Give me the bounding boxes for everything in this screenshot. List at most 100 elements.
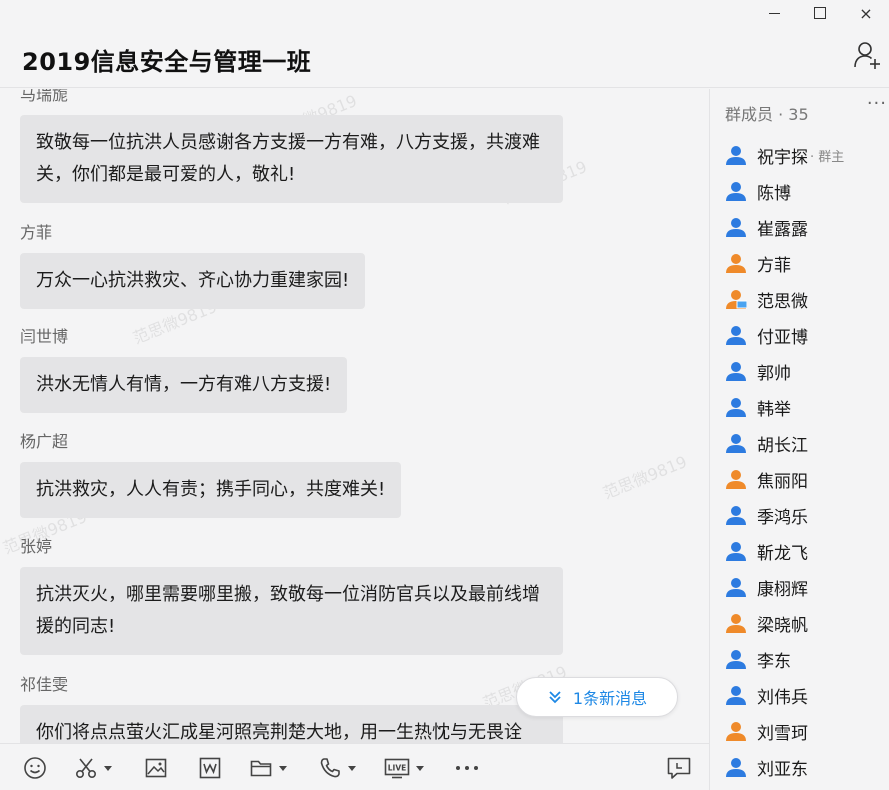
message-bubble[interactable]: 洪水无情人有情，一方有难八方支援! — [20, 357, 348, 413]
user-icon — [725, 612, 747, 634]
chevron-down-icon[interactable] — [348, 765, 356, 771]
input-toolbar: LIVE — [0, 743, 709, 790]
member-item[interactable]: 刘雪珂 — [725, 713, 889, 749]
member-item[interactable]: 刘伟兵 — [725, 677, 889, 713]
emoji-icon[interactable] — [23, 756, 47, 780]
maximize-button[interactable] — [797, 0, 843, 26]
user-icon — [725, 144, 747, 166]
folder-icon — [250, 760, 272, 777]
member-item[interactable]: 陈博 — [725, 173, 889, 209]
user-icon — [725, 180, 747, 202]
new-message-label: 1条新消息 — [572, 689, 648, 708]
member-name: 胡长江 — [757, 435, 808, 456]
member-count-title: 群成员 · 35 — [725, 105, 809, 124]
message-sender: 杨广超 — [20, 432, 69, 451]
user-icon — [725, 648, 747, 670]
message-item: 马瑞旎 致敬每一位抗洪人员感谢各方支援一方有难，八方支援，共渡难关，你们都是最可… — [20, 89, 563, 203]
user-icon — [725, 432, 747, 454]
member-item[interactable]: 梁晓帆 — [725, 605, 889, 641]
chevron-down-icon[interactable] — [416, 765, 424, 771]
member-name: 陈博 — [757, 183, 791, 204]
member-role-badge: · 群主 — [810, 149, 845, 165]
new-message-button[interactable]: 1条新消息 — [516, 677, 678, 717]
user-icon — [725, 216, 747, 238]
user-icon — [725, 396, 747, 418]
screenshot-button[interactable] — [74, 756, 112, 780]
svg-text:LIVE: LIVE — [388, 764, 407, 773]
member-item[interactable]: 方菲 — [725, 245, 889, 281]
add-member-icon[interactable] — [853, 40, 883, 70]
user-icon — [725, 684, 747, 706]
member-name: 范思微 — [757, 291, 808, 312]
window-controls: × — [751, 0, 889, 26]
message-sender: 马瑞旎 — [20, 89, 69, 104]
message-bubble[interactable]: 你们将点点萤火汇成星河照亮荆楚大地，用一生热忱与无畏诠 — [20, 705, 563, 743]
group-title: 2019信息安全与管理一班 — [22, 48, 312, 76]
image-icon[interactable] — [144, 756, 168, 780]
phone-icon — [320, 758, 340, 778]
member-item[interactable]: 范思微 — [725, 281, 889, 317]
member-name: 刘亚东 — [757, 759, 808, 780]
member-name: 李东 — [757, 651, 791, 672]
user-icon — [725, 468, 747, 490]
message-item: 闫世博 洪水无情人有情，一方有难八方支援! — [20, 323, 348, 413]
member-item[interactable]: 李东 — [725, 641, 889, 677]
member-name: 祝宇探 — [757, 147, 808, 168]
member-item[interactable]: 崔露露 — [725, 209, 889, 245]
close-button[interactable]: × — [843, 0, 889, 26]
member-item[interactable]: 靳龙飞 — [725, 533, 889, 569]
user-icon — [725, 324, 747, 346]
member-name: 方菲 — [757, 255, 791, 276]
chevron-down-icon[interactable] — [279, 765, 287, 771]
user-icon — [725, 720, 747, 742]
chat-header: 2019信息安全与管理一班 — [0, 26, 889, 88]
message-bubble[interactable]: 抗洪救灾，人人有责；携手同心，共度难关! — [20, 462, 402, 518]
member-name: 靳龙飞 — [757, 543, 808, 564]
member-name: 刘伟兵 — [757, 687, 808, 708]
more-options-button[interactable]: ··· — [867, 93, 887, 114]
member-item[interactable]: 韩举 — [725, 389, 889, 425]
member-sidebar: 群成员 · 35 ··· 祝宇探 · 群主陈博崔露露方菲范思微付亚博郭帅韩举胡长江… — [709, 89, 889, 790]
message-bubble[interactable]: 万众一心抗洪救灾、齐心协力重建家园! — [20, 253, 366, 309]
member-item[interactable]: 康栩辉 — [725, 569, 889, 605]
member-name: 崔露露 — [757, 219, 808, 240]
more-icon[interactable] — [454, 756, 480, 780]
minimize-button[interactable] — [751, 0, 797, 26]
message-bubble[interactable]: 致敬每一位抗洪人员感谢各方支援一方有难，八方支援，共渡难关，你们都是最可爱的人，… — [20, 115, 563, 203]
chat-history-icon[interactable] — [666, 756, 692, 780]
member-item[interactable]: 胡长江 — [725, 425, 889, 461]
member-name: 付亚博 — [757, 327, 808, 348]
message-sender: 张婷 — [20, 537, 53, 556]
user-icon — [725, 288, 748, 310]
member-name: 韩举 — [757, 399, 791, 420]
member-name: 梁晓帆 — [757, 615, 808, 636]
message-sender: 祁佳雯 — [20, 675, 69, 694]
chevron-down-icon[interactable] — [104, 765, 112, 771]
live-icon: LIVE — [384, 758, 410, 779]
member-item[interactable]: 祝宇探 · 群主 — [725, 137, 889, 173]
message-item: 祁佳雯 你们将点点萤火汇成星河照亮荆楚大地，用一生热忱与无畏诠 — [20, 671, 563, 743]
member-item[interactable]: 付亚博 — [725, 317, 889, 353]
message-bubble[interactable]: 抗洪灭火，哪里需要哪里搬，致敬每一位消防官兵以及最前线增援的同志! — [20, 567, 563, 655]
member-list[interactable]: 祝宇探 · 群主陈博崔露露方菲范思微付亚博郭帅韩举胡长江焦丽阳季鸿乐靳龙飞康栩辉梁… — [725, 137, 889, 785]
user-icon — [725, 756, 747, 778]
live-button[interactable]: LIVE — [384, 756, 424, 780]
member-name: 郭帅 — [757, 363, 791, 384]
member-name: 焦丽阳 — [757, 471, 808, 492]
message-item: 杨广超 抗洪救灾，人人有责；携手同心，共度难关! — [20, 428, 402, 518]
member-item[interactable]: 焦丽阳 — [725, 461, 889, 497]
message-sender: 方菲 — [20, 223, 53, 242]
scissors-icon — [75, 758, 97, 779]
file-button[interactable] — [249, 756, 287, 780]
message-item: 方菲 万众一心抗洪救灾、齐心协力重建家园! — [20, 219, 366, 309]
member-item[interactable]: 刘亚东 — [725, 749, 889, 785]
watermark: 范思微9819 — [600, 451, 690, 503]
user-icon — [725, 576, 747, 598]
member-item[interactable]: 郭帅 — [725, 353, 889, 389]
word-doc-icon[interactable] — [198, 756, 222, 780]
call-button[interactable] — [318, 756, 356, 780]
member-name: 刘雪珂 — [757, 723, 808, 744]
member-item[interactable]: 季鸿乐 — [725, 497, 889, 533]
double-chevron-down-icon — [549, 691, 561, 704]
message-list[interactable]: 范思微9819 范思微9819 范思微9819 范思微9819 范思微9819 … — [0, 89, 709, 743]
